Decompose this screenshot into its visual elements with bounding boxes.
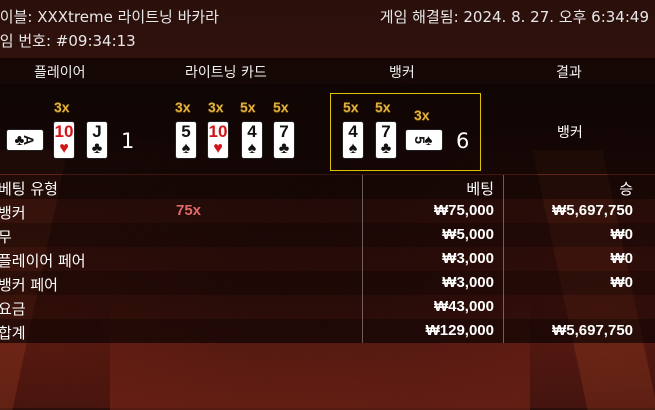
bet-multiplier-badge: 75x	[176, 202, 202, 219]
game-number: 게임 번호: #09:34:13	[0, 32, 136, 50]
table-total-row: 합계 ₩129,000 ₩5,697,750	[0, 319, 655, 343]
bet-amount: ₩3,000	[442, 250, 494, 267]
bet-amount: ₩3,000	[442, 274, 494, 291]
round-cards-row: ♣A 3x 10 ♥ J ♣ 1 3x 5 ♠ 3x 10 ♥ 5x 4 ♠ 5…	[0, 84, 655, 174]
table-row: 뱅커 페어 ₩3,000 ₩0	[0, 271, 655, 295]
table-name: 테이블: XXXtreme 라이트닝 바카라	[0, 8, 219, 26]
column-header-player: 플레이어	[34, 65, 86, 81]
bet-amount: ₩5,000	[442, 226, 494, 243]
player-card-3: J ♣	[86, 121, 108, 159]
card-suit-icon: ♠	[181, 140, 191, 157]
round-result: 뱅커	[557, 125, 583, 141]
card-suit-icon: ♣	[380, 140, 392, 157]
win-amount: ₩5,697,750	[552, 202, 633, 219]
card-rank: 10	[208, 122, 228, 141]
banker-card-2: 7 ♣	[375, 121, 397, 159]
player-card-2: 10 ♥	[53, 121, 75, 159]
table-row: 플레이어 페어 ₩3,000 ₩0	[0, 247, 655, 271]
round-column-headers: 플레이어 라이트닝 카드 뱅커 결과	[0, 58, 655, 84]
table-row: 무 ₩5,000 ₩0	[0, 223, 655, 247]
bets-table-header: 베팅 유형 베팅 승	[0, 175, 655, 199]
header-bet-type: 베팅 유형	[0, 180, 58, 198]
lightning-card-3: 4 ♠	[241, 121, 263, 159]
banker-card-1-multiplier: 5x	[343, 99, 359, 115]
player-score: 1	[121, 129, 135, 153]
player-card-2-multiplier: 3x	[54, 99, 70, 115]
column-divider	[362, 175, 363, 343]
bet-type: 합계	[0, 324, 26, 342]
banker-card-3-multiplier: 3x	[414, 107, 430, 123]
card-suit-icon: ♠	[348, 140, 358, 157]
bet-amount: ₩75,000	[433, 202, 494, 219]
card-rank: 4	[348, 122, 358, 141]
banker-score: 6	[456, 129, 470, 153]
win-amount: ₩5,697,750	[552, 322, 633, 339]
lightning-card-2: 10 ♥	[207, 121, 229, 159]
bet-amount: ₩43,000	[433, 298, 494, 315]
win-amount: ₩0	[610, 250, 634, 267]
bet-type: 뱅커	[0, 204, 26, 222]
bet-type: 플레이어 페어	[0, 252, 86, 270]
bet-type: 뱅커 페어	[0, 276, 58, 294]
column-header-lightning-cards: 라이트닝 카드	[185, 65, 267, 81]
card-rank: 5	[181, 122, 191, 141]
header-win-amount: 승	[619, 180, 633, 198]
bet-amount: ₩129,000	[425, 322, 494, 339]
column-divider	[503, 175, 504, 343]
lightning-card-1: 5 ♠	[175, 121, 197, 159]
column-header-banker: 뱅커	[389, 65, 415, 81]
banker-card-3: 5♠	[405, 129, 443, 151]
card-rank: 7	[381, 122, 391, 141]
card-rank: 7	[279, 122, 289, 141]
card-rank: A	[21, 134, 38, 146]
card-rank: J	[92, 122, 102, 141]
card-rank: 10	[54, 122, 74, 141]
banker-card-2-multiplier: 5x	[375, 99, 391, 115]
bet-type: 무	[0, 228, 12, 246]
card-rank: 5	[411, 136, 428, 144]
card-suit-icon: ♣	[91, 140, 103, 157]
table-row: 요금 ₩43,000	[0, 295, 655, 319]
card-suit-icon: ♠	[247, 140, 257, 157]
game-resolved-time: 게임 해결됨: 2024. 8. 27. 오후 6:34:49	[379, 8, 649, 26]
lightning-card-4-multiplier: 5x	[273, 99, 289, 115]
card-rank: 4	[247, 122, 257, 141]
game-header: 테이블: XXXtreme 라이트닝 바카라 게임 해결됨: 2024. 8. …	[0, 0, 655, 56]
card-suit-icon: ♥	[59, 140, 69, 157]
card-suit-icon: ♥	[213, 140, 223, 157]
win-amount: ₩0	[610, 226, 634, 243]
bet-type: 요금	[0, 300, 26, 318]
banker-card-1: 4 ♠	[342, 121, 364, 159]
lightning-card-3-multiplier: 5x	[240, 99, 256, 115]
lightning-card-4: 7 ♣	[273, 121, 295, 159]
player-card-1: ♣A	[6, 129, 44, 151]
header-bet-amount: 베팅	[466, 180, 494, 198]
win-amount: ₩0	[610, 274, 634, 291]
card-suit-icon: ♣	[278, 140, 290, 157]
column-header-result: 결과	[556, 65, 582, 81]
lightning-card-1-multiplier: 3x	[175, 99, 191, 115]
table-row: 뱅커 75x ₩75,000 ₩5,697,750	[0, 199, 655, 223]
lightning-card-2-multiplier: 3x	[208, 99, 224, 115]
